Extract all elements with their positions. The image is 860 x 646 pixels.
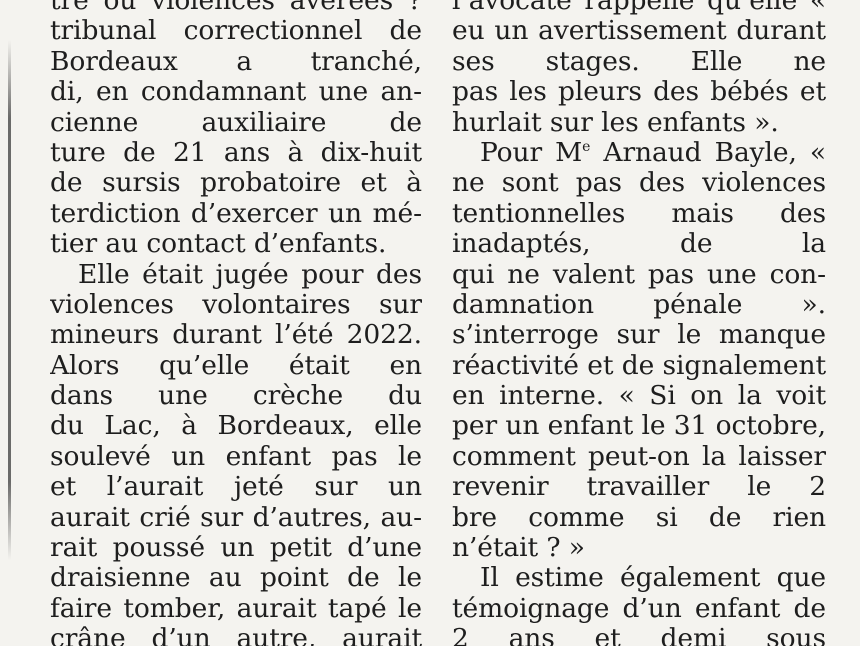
text-line: qui ne valent pas une con-: [452, 259, 826, 290]
text-line: bre comme si de rien: [452, 502, 826, 533]
text-line: faire tomber, aurait tapé le: [50, 593, 422, 624]
text-line: crâne d’un autre, aurait jeté: [50, 624, 422, 646]
text-line: réactivité et de signalement: [452, 350, 826, 381]
text-line: soulevé un enfant pas le bras: [50, 441, 422, 472]
newspaper-clipping: tre ou violences avérées ? Letribunal co…: [0, 0, 860, 646]
text-line: aurait crié sur d’autres, au-: [50, 502, 422, 533]
text-line: terdiction d’exercer un mé-: [50, 198, 422, 229]
text-line: eu un avertissement durant: [452, 16, 826, 47]
text-line: en interne. « Si on la voit ta-: [452, 381, 826, 412]
text-line: Pour Me Arnaud Bayle, « ce: [480, 137, 826, 168]
text-line: ne sont pas des violences in-: [452, 168, 826, 199]
text-line: di, en condamnant une an-: [50, 77, 422, 108]
text-line: témoignage d’un enfant de: [452, 593, 826, 624]
text-line: inadaptés, de la brusquerie,: [452, 229, 826, 260]
text-line: pas les pleurs des bébés et: [452, 77, 826, 108]
text-line: s’interroge sur le manque de: [452, 320, 826, 351]
text-line: de sursis probatoire et à l’in-: [50, 168, 422, 199]
text-line: cienne auxiliaire de puéricul-: [50, 107, 422, 138]
text-line: du Lac, à Bordeaux, elle aurait: [50, 411, 422, 442]
text-line: violences volontaires sur des: [50, 289, 422, 320]
text-line: tier au contact d’enfants.: [50, 228, 387, 260]
text-line: Alors qu’elle était en fonction: [50, 350, 422, 381]
text-line: et l’aurait jeté sur un matelas,: [50, 472, 422, 503]
article-column-left: tre ou violences avérées ? Letribunal co…: [50, 0, 422, 646]
text-line: comment peut-on la laisser: [452, 441, 826, 472]
text-line: tentionnelles mais des gestes: [452, 198, 826, 229]
text-line: Il estime également que le: [480, 563, 826, 594]
text-line: ture de 21 ans à dix-huit mois: [50, 137, 422, 168]
text-line: Elle était jugée pour des: [78, 259, 422, 290]
text-line: tre ou violences avérées ? Le: [50, 0, 422, 16]
text-line: rait poussé un petit d’une: [50, 533, 422, 564]
text-line: Bordeaux a tranché, mercre-: [50, 46, 422, 77]
text-line: n’était ? »: [452, 532, 585, 564]
text-line: revenir travailler le 2 novem-: [452, 472, 826, 503]
text-line: ses stages. Elle ne supportait: [452, 46, 826, 77]
text-line: draisienne au point de le: [50, 563, 422, 594]
article-column-right: l’avocate rappelle qu’elle « aeu un aver…: [452, 0, 826, 646]
text-line: mineurs durant l’été 2022.: [50, 320, 422, 351]
text-line: dans une crèche du quartier: [50, 381, 422, 412]
text-line: per un enfant le 31 octobre,: [452, 411, 826, 442]
text-line: 2 ans et demi sous influence: [452, 624, 826, 646]
text-line: l’avocate rappelle qu’elle « a: [452, 0, 826, 16]
text-line: damnation pénale ». L’avocat: [452, 289, 826, 320]
page-fold-shadow: [8, 40, 11, 560]
text-line: hurlait sur les enfants ».: [452, 106, 779, 138]
text-line: tribunal correctionnel de: [50, 16, 422, 47]
